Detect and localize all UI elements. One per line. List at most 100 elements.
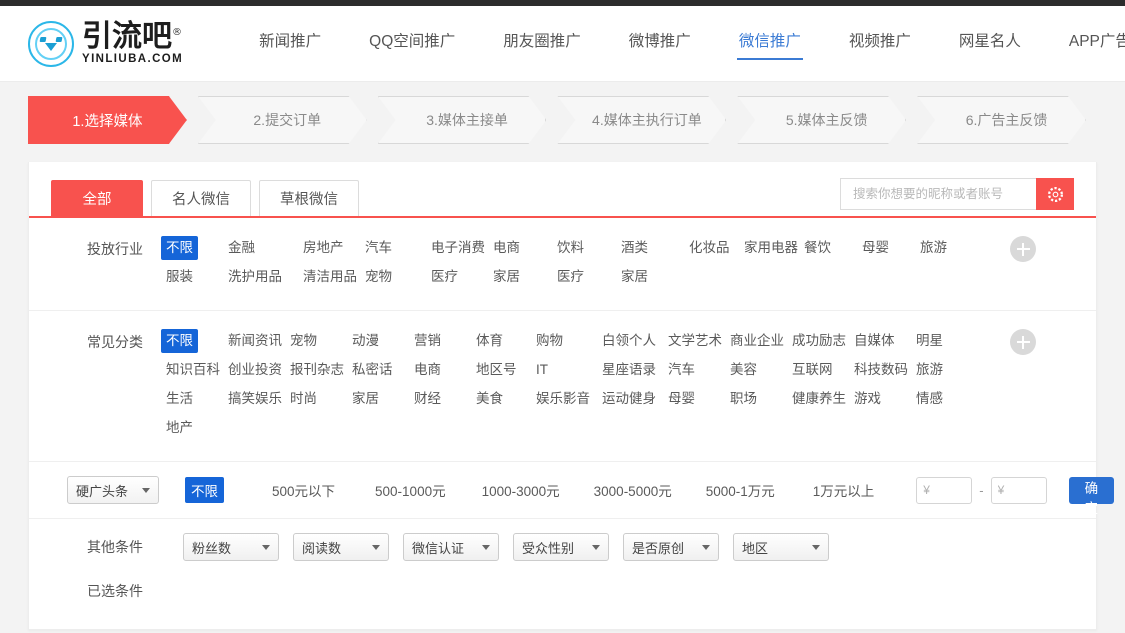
filter-tag-category-encyclopedia[interactable]: 知识百科 (161, 358, 225, 382)
filter-tag-industry-finance[interactable]: 金融 (223, 236, 260, 260)
filter-tag-industry-cleaning[interactable]: 清洁用品 (298, 265, 362, 289)
filter-tag-industry-unlimited[interactable]: 不限 (161, 236, 198, 260)
filter-tag-industry-realestate[interactable]: 房地产 (298, 236, 349, 260)
filter-tag-category-property[interactable]: 地产 (161, 416, 198, 440)
select-region[interactable]: 地区 (733, 533, 829, 561)
nav-item-app-ads[interactable]: APP广告 (1069, 34, 1125, 54)
step-5-media-feedback[interactable]: 5.媒体主反馈 (737, 96, 906, 144)
filter-tag-category-unlimited[interactable]: 不限 (161, 329, 198, 353)
price-range-over-10000[interactable]: 1万元以上 (807, 477, 881, 503)
filter-tag-industry-appliances[interactable]: 家用电器 (739, 236, 803, 260)
filter-tag-category-finance[interactable]: 财经 (409, 387, 446, 411)
filter-tag-industry-medical-2[interactable]: 医疗 (552, 265, 589, 289)
filter-tag-category-travel[interactable]: 旅游 (911, 358, 948, 382)
filter-tag-category-internet[interactable]: 互联网 (787, 358, 838, 382)
filter-tag-category-fitness[interactable]: 运动健身 (597, 387, 661, 411)
filter-tag-industry-travel[interactable]: 旅游 (915, 236, 952, 260)
filter-tag-category-news[interactable]: 新闻资讯 (223, 329, 287, 353)
filter-tag-category-anime[interactable]: 动漫 (347, 329, 384, 353)
filter-tag-category-region[interactable]: 地区号 (471, 358, 522, 382)
filter-tag-category-it[interactable]: IT (531, 358, 553, 382)
price-range-1000-3000[interactable]: 1000-3000元 (476, 477, 566, 503)
filter-tag-category-sports[interactable]: 体育 (471, 329, 508, 353)
filter-tag-industry-home-2[interactable]: 家居 (616, 265, 653, 289)
plus-icon-expand-category[interactable] (1010, 329, 1036, 355)
filter-tag-category-selfmedia[interactable]: 自媒体 (849, 329, 900, 353)
search-input[interactable] (840, 178, 1036, 210)
filter-tag-industry-pets[interactable]: 宠物 (360, 265, 397, 289)
filter-tag-category-business[interactable]: 商业企业 (725, 329, 789, 353)
price-confirm-button[interactable]: 确定 (1068, 476, 1115, 516)
step-1-select-media[interactable]: 1.选择媒体 (28, 96, 187, 144)
filter-tag-category-maternal[interactable]: 母婴 (663, 387, 700, 411)
tab-all[interactable]: 全部 (51, 180, 143, 216)
filter-tag-category-whitecollar[interactable]: 白领个人 (597, 329, 661, 353)
filter-tag-category-horoscope[interactable]: 星座语录 (597, 358, 661, 382)
select-read-count[interactable]: 阅读数 (293, 533, 389, 561)
nav-item-weibo[interactable]: 微博推广 (629, 34, 691, 54)
price-range-500-1000[interactable]: 500-1000元 (369, 477, 452, 503)
filter-tag-industry-auto[interactable]: 汽车 (360, 236, 397, 260)
price-range-unlimited[interactable]: 不限 (185, 477, 224, 503)
plus-icon-expand-industry[interactable] (1010, 236, 1036, 262)
site-logo[interactable]: 引流吧® YINLIUBA.COM (28, 20, 183, 67)
search-button[interactable] (1036, 178, 1074, 210)
filter-tag-category-comedy[interactable]: 搞笑娱乐 (223, 387, 287, 411)
filter-tag-industry-alcohol[interactable]: 酒类 (616, 236, 653, 260)
filter-tag-industry-clothing[interactable]: 服装 (161, 265, 198, 289)
select-follower-count[interactable]: 粉丝数 (183, 533, 279, 561)
filter-tag-category-ecommerce[interactable]: 电商 (409, 358, 446, 382)
nav-item-celebrity[interactable]: 网星名人 (959, 34, 1021, 54)
price-min-input[interactable] (916, 476, 973, 504)
select-original-content[interactable]: 是否原创 (623, 533, 719, 561)
filter-tag-category-fashion[interactable]: 时尚 (285, 387, 322, 411)
filter-tag-industry-ecommerce[interactable]: 电商 (488, 236, 525, 260)
filter-tag-industry-washcare[interactable]: 洗护用品 (223, 265, 287, 289)
filter-tag-category-tech[interactable]: 科技数码 (849, 358, 913, 382)
step-2-submit-order[interactable]: 2.提交订单 (198, 96, 367, 144)
filter-tag-category-success[interactable]: 成功励志 (787, 329, 851, 353)
filter-tag-category-shopping[interactable]: 购物 (531, 329, 568, 353)
filter-tag-category-games[interactable]: 游戏 (849, 387, 886, 411)
tab-celebrity-wechat[interactable]: 名人微信 (151, 180, 251, 216)
filter-tag-category-health[interactable]: 健康养生 (787, 387, 851, 411)
filter-tag-category-marketing[interactable]: 营销 (409, 329, 446, 353)
filter-tag-category-entertainment[interactable]: 娱乐影音 (531, 387, 595, 411)
nav-item-news[interactable]: 新闻推广 (259, 34, 321, 54)
price-range-under-500[interactable]: 500元以下 (266, 477, 341, 503)
nav-item-moments[interactable]: 朋友圈推广 (503, 34, 581, 54)
nav-item-qzone[interactable]: QQ空间推广 (369, 34, 455, 54)
filter-tag-industry-home[interactable]: 家居 (488, 265, 525, 289)
filter-tag-category-magazines[interactable]: 报刊杂志 (285, 358, 349, 382)
select-audience-gender[interactable]: 受众性别 (513, 533, 609, 561)
tab-grassroots-wechat[interactable]: 草根微信 (259, 180, 359, 216)
filter-tag-industry-catering[interactable]: 餐饮 (799, 236, 836, 260)
filter-tag-category-emotion[interactable]: 情感 (911, 387, 948, 411)
filter-tag-category-auto[interactable]: 汽车 (663, 358, 700, 382)
filter-tag-category-food[interactable]: 美食 (471, 387, 508, 411)
step-4-media-execute[interactable]: 4.媒体主执行订单 (557, 96, 726, 144)
filter-tag-industry-medical[interactable]: 医疗 (426, 265, 463, 289)
filter-tag-industry-electronics[interactable]: 电子消费 (426, 236, 490, 260)
filter-tag-category-life[interactable]: 生活 (161, 387, 198, 411)
step-3-media-accept[interactable]: 3.媒体主接单 (378, 96, 547, 144)
nav-item-video[interactable]: 视频推广 (849, 34, 911, 54)
price-range-5000-10000[interactable]: 5000-1万元 (700, 477, 781, 503)
step-6-advertiser-feedback[interactable]: 6.广告主反馈 (917, 96, 1086, 144)
filter-tag-category-private[interactable]: 私密话 (347, 358, 398, 382)
price-range-3000-5000[interactable]: 3000-5000元 (588, 477, 678, 503)
filter-tag-category-star[interactable]: 明星 (911, 329, 948, 353)
filter-tag-industry-beverage[interactable]: 饮料 (552, 236, 589, 260)
filter-tag-category-home[interactable]: 家居 (347, 387, 384, 411)
select-wechat-verification[interactable]: 微信认证 (403, 533, 499, 561)
nav-item-wechat[interactable]: 微信推广 (736, 34, 803, 60)
filter-tag-category-beauty[interactable]: 美容 (725, 358, 762, 382)
filter-tag-category-pets[interactable]: 宠物 (285, 329, 322, 353)
ad-type-select[interactable]: 硬广头条 (67, 476, 159, 504)
filter-tag-category-startup[interactable]: 创业投资 (223, 358, 287, 382)
filter-tag-industry-maternal[interactable]: 母婴 (857, 236, 894, 260)
filter-tag-category-literature[interactable]: 文学艺术 (663, 329, 727, 353)
filter-tag-industry-cosmetics[interactable]: 化妆品 (684, 236, 735, 260)
filter-tag-category-workplace[interactable]: 职场 (725, 387, 762, 411)
price-max-input[interactable] (990, 476, 1047, 504)
